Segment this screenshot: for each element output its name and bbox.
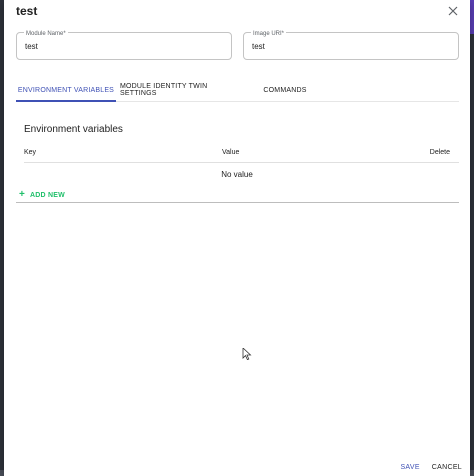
add-new-label: ADD NEW bbox=[30, 191, 65, 199]
table-header-divider bbox=[24, 162, 459, 163]
section-divider bbox=[16, 202, 459, 203]
tab-bar: ENVIRONMENT VARIABLES MODULE IDENTITY TW… bbox=[16, 78, 459, 102]
column-header-key: Key bbox=[24, 149, 37, 156]
dialog-actions: SAVE CANCEL bbox=[400, 461, 462, 473]
image-uri-input[interactable] bbox=[252, 42, 442, 51]
save-button[interactable]: SAVE bbox=[400, 464, 419, 471]
module-name-field[interactable]: Module Name* bbox=[16, 31, 232, 60]
dialog-title: test bbox=[16, 4, 38, 18]
module-dialog: test Module Name* Image URI* ENVIRONMENT… bbox=[4, 0, 470, 476]
tab-module-identity-twin-settings[interactable]: MODULE IDENTITY TWIN SETTINGS bbox=[120, 78, 242, 102]
image-uri-field[interactable]: Image URI* bbox=[243, 31, 459, 60]
column-header-delete: Delete bbox=[429, 149, 450, 156]
module-name-input[interactable] bbox=[25, 42, 215, 51]
cancel-button[interactable]: CANCEL bbox=[432, 464, 462, 471]
add-new-button[interactable]: + ADD NEW bbox=[19, 188, 65, 202]
empty-state-text: No value bbox=[221, 170, 253, 179]
env-section-title: Environment variables bbox=[24, 124, 123, 135]
tab-commands[interactable]: COMMANDS bbox=[246, 78, 324, 102]
module-name-label: Module Name* bbox=[24, 31, 68, 38]
tab-environment-variables[interactable]: ENVIRONMENT VARIABLES bbox=[16, 78, 116, 102]
close-icon bbox=[448, 6, 458, 16]
close-button[interactable] bbox=[444, 2, 462, 20]
mouse-cursor-icon bbox=[242, 348, 252, 360]
image-uri-label: Image URI* bbox=[251, 31, 287, 38]
column-header-value: Value bbox=[222, 149, 240, 156]
plus-icon: + bbox=[19, 189, 26, 200]
active-tab-indicator bbox=[16, 100, 116, 102]
